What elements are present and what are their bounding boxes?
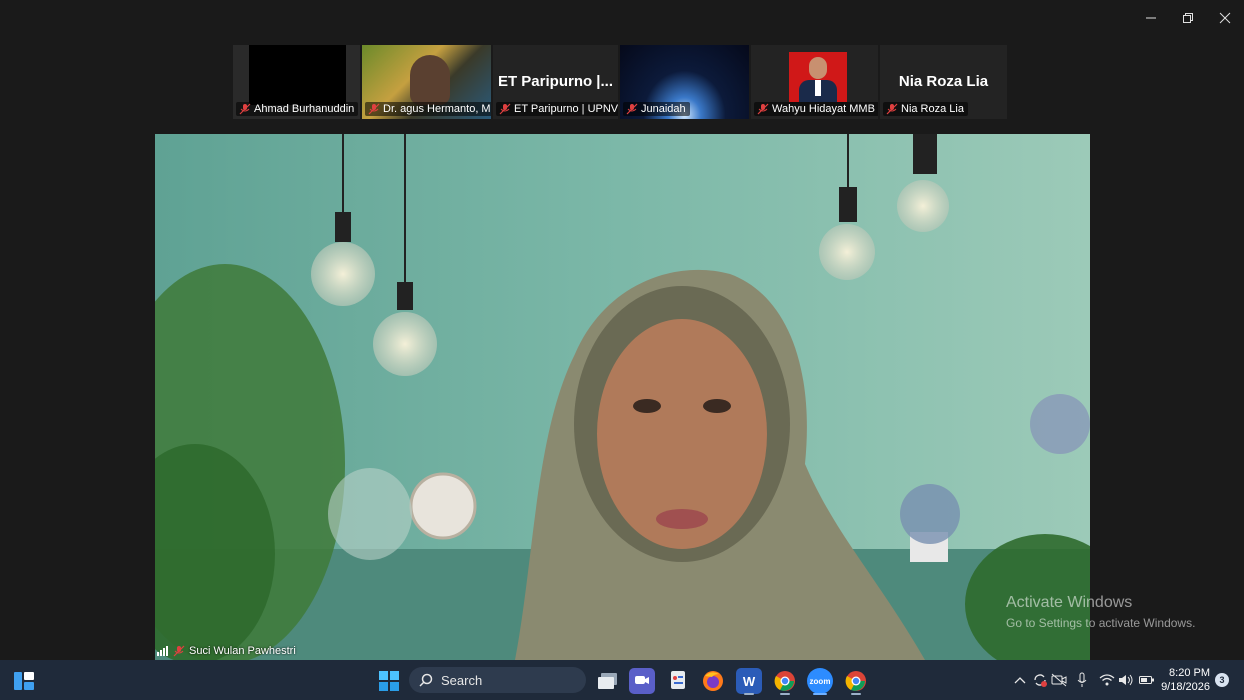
snipping-tool-icon[interactable] xyxy=(665,668,691,694)
sync-icon[interactable] xyxy=(1031,670,1049,690)
participant-namebar: Ahmad Burhanuddin xyxy=(236,102,359,116)
clock-time: 8:20 PM xyxy=(1169,667,1210,679)
notification-badge[interactable]: 3 xyxy=(1215,673,1229,687)
mic-muted-icon xyxy=(626,103,638,115)
avatar xyxy=(789,52,847,102)
mic-muted-icon xyxy=(239,103,251,115)
activate-windows-watermark: Activate Windows Go to Settings to activ… xyxy=(1006,594,1195,630)
zoom-label: zoom xyxy=(809,676,831,686)
participant-tile[interactable]: Ahmad Burhanuddin xyxy=(233,45,360,119)
participant-namebar: ET Paripurno | UPNVY xyxy=(496,102,618,116)
video-feed xyxy=(155,134,1090,660)
firefox-icon[interactable] xyxy=(700,668,726,694)
app-active-indicator xyxy=(813,693,827,695)
mic-muted-icon xyxy=(368,103,380,115)
task-view-icon[interactable] xyxy=(595,668,621,694)
watermark-title: Activate Windows xyxy=(1006,594,1133,611)
chrome-icon[interactable] xyxy=(843,668,869,694)
taskbar-search[interactable]: Search xyxy=(409,667,586,693)
participant-tile[interactable]: Wahyu Hidayat MMB xyxy=(751,45,878,119)
app-running-indicator xyxy=(851,693,861,695)
active-speaker-video[interactable]: Suci Wulan Pawhestri xyxy=(155,134,1090,660)
participant-name: Dr. agus Hermanto, MHI xyxy=(383,103,491,115)
video-feed xyxy=(410,55,450,105)
participant-name: Wahyu Hidayat MMB xyxy=(772,103,875,115)
participant-namebar: Junaidah xyxy=(623,102,690,116)
participant-tile[interactable]: ET Paripurno |... ET Paripurno | UPNVY xyxy=(493,45,618,119)
close-icon[interactable] xyxy=(1206,0,1243,36)
app-running-indicator xyxy=(780,693,790,695)
taskbar-clock[interactable]: 8:20 PM 9/18/2026 xyxy=(1160,666,1210,694)
clock-date: 9/18/2026 xyxy=(1161,681,1210,693)
participant-name: Ahmad Burhanuddin xyxy=(254,103,355,115)
zoom-icon[interactable]: zoom xyxy=(807,668,833,694)
microphone-icon[interactable] xyxy=(1073,670,1091,690)
teams-chat-icon[interactable] xyxy=(629,668,655,694)
minimize-icon[interactable] xyxy=(1132,0,1169,36)
participant-tile[interactable]: Junaidah xyxy=(620,45,749,119)
mic-muted-icon xyxy=(173,645,185,657)
widgets-icon[interactable] xyxy=(11,668,37,694)
participant-display-name: Nia Roza Lia xyxy=(898,73,989,90)
volume-icon[interactable] xyxy=(1117,670,1135,690)
mic-muted-icon xyxy=(886,103,898,115)
participant-tile[interactable]: Dr. agus Hermanto, MHI xyxy=(362,45,491,119)
title-bar xyxy=(0,0,1244,36)
chevron-up-icon[interactable] xyxy=(1011,670,1029,690)
mic-muted-icon xyxy=(499,103,511,115)
app-running-indicator xyxy=(744,693,754,695)
participant-namebar: Dr. agus Hermanto, MHI xyxy=(365,102,491,116)
search-icon xyxy=(419,673,433,687)
participant-name: ET Paripurno | UPNVY xyxy=(514,103,618,115)
video-feed xyxy=(249,45,346,105)
speaker-name: Suci Wulan Pawhestri xyxy=(189,645,296,657)
participant-strip: Ahmad Burhanuddin Dr. agus Hermanto, MHI… xyxy=(233,45,1007,119)
participant-name: Nia Roza Lia xyxy=(901,103,964,115)
restore-icon[interactable] xyxy=(1169,0,1206,36)
battery-icon[interactable] xyxy=(1138,670,1156,690)
speaker-namebar: Suci Wulan Pawhestri xyxy=(157,645,296,657)
participant-tile[interactable]: Nia Roza Lia Nia Roza Lia xyxy=(880,45,1007,119)
windows-start-icon[interactable] xyxy=(376,668,402,694)
word-icon[interactable]: W xyxy=(736,668,762,694)
participant-namebar: Nia Roza Lia xyxy=(883,102,968,116)
participant-name: Junaidah xyxy=(641,103,686,115)
search-label: Search xyxy=(441,672,483,688)
participant-display-name: ET Paripurno |... xyxy=(497,73,614,90)
participant-namebar: Wahyu Hidayat MMB xyxy=(754,102,878,116)
wifi-icon[interactable] xyxy=(1098,670,1116,690)
signal-strength-icon xyxy=(157,646,168,656)
chrome-icon[interactable] xyxy=(772,668,798,694)
camera-off-icon[interactable] xyxy=(1050,670,1068,690)
mic-muted-icon xyxy=(757,103,769,115)
watermark-subtitle: Go to Settings to activate Windows. xyxy=(1006,616,1196,630)
